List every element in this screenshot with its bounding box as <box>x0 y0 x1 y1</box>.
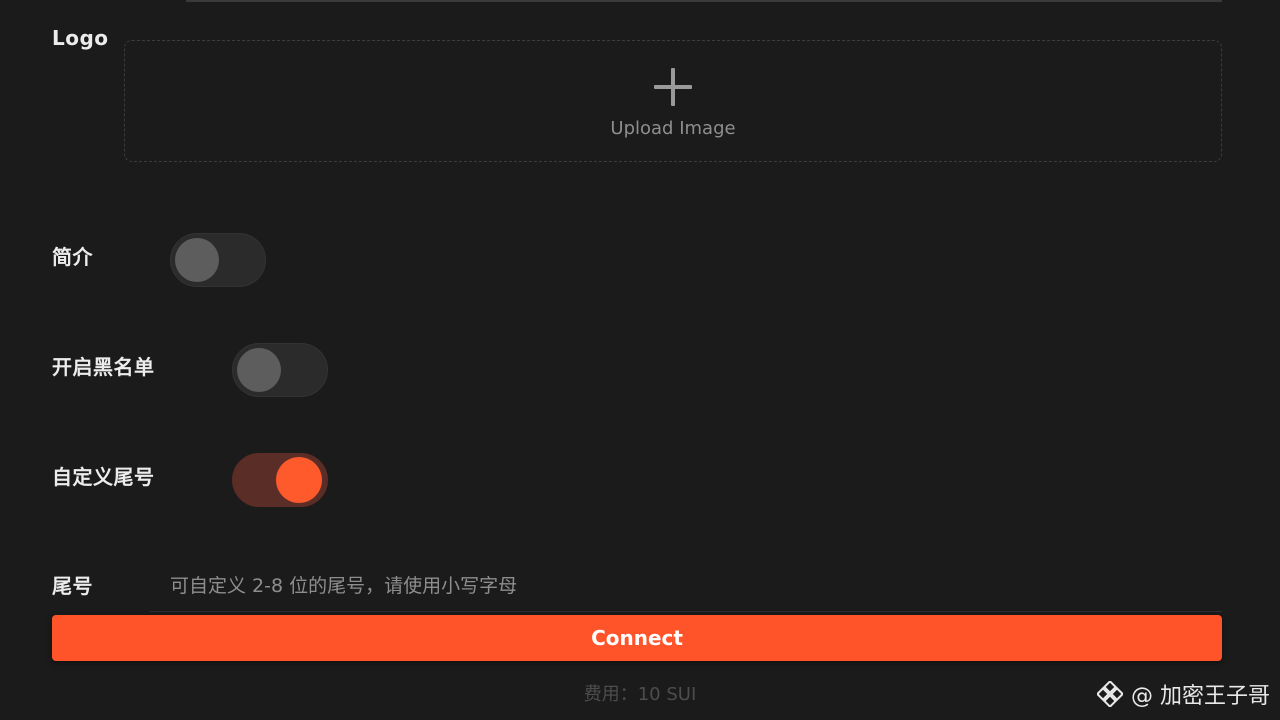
suffix-input[interactable] <box>150 560 1222 612</box>
binance-square-icon <box>1097 681 1123 707</box>
suffix-label: 尾号 <box>52 574 93 598</box>
section-divider <box>186 0 1222 2</box>
watermark: @ 加密王子哥 <box>1097 678 1270 710</box>
plus-icon <box>654 68 692 106</box>
connect-button[interactable]: Connect <box>52 615 1222 661</box>
toggle-knob <box>175 238 219 282</box>
toggle-knob <box>276 457 322 503</box>
blacklist-label: 开启黑名单 <box>52 355 155 379</box>
watermark-text: @ 加密王子哥 <box>1131 684 1270 709</box>
create-form-page: Logo Upload Image 简介 开启黑名单 自定义尾号 尾号 Conn… <box>0 0 1280 720</box>
custom-suffix-label: 自定义尾号 <box>52 465 155 489</box>
custom-suffix-toggle[interactable] <box>232 453 328 507</box>
blacklist-toggle[interactable] <box>232 343 328 397</box>
fee-text: 费用：10 SUI <box>583 684 697 705</box>
upload-image-text: Upload Image <box>610 118 736 139</box>
toggle-knob <box>237 348 281 392</box>
logo-upload-area[interactable]: Upload Image <box>124 40 1222 162</box>
logo-label: Logo <box>52 26 109 50</box>
intro-label: 简介 <box>52 245 93 269</box>
intro-toggle[interactable] <box>170 233 266 287</box>
